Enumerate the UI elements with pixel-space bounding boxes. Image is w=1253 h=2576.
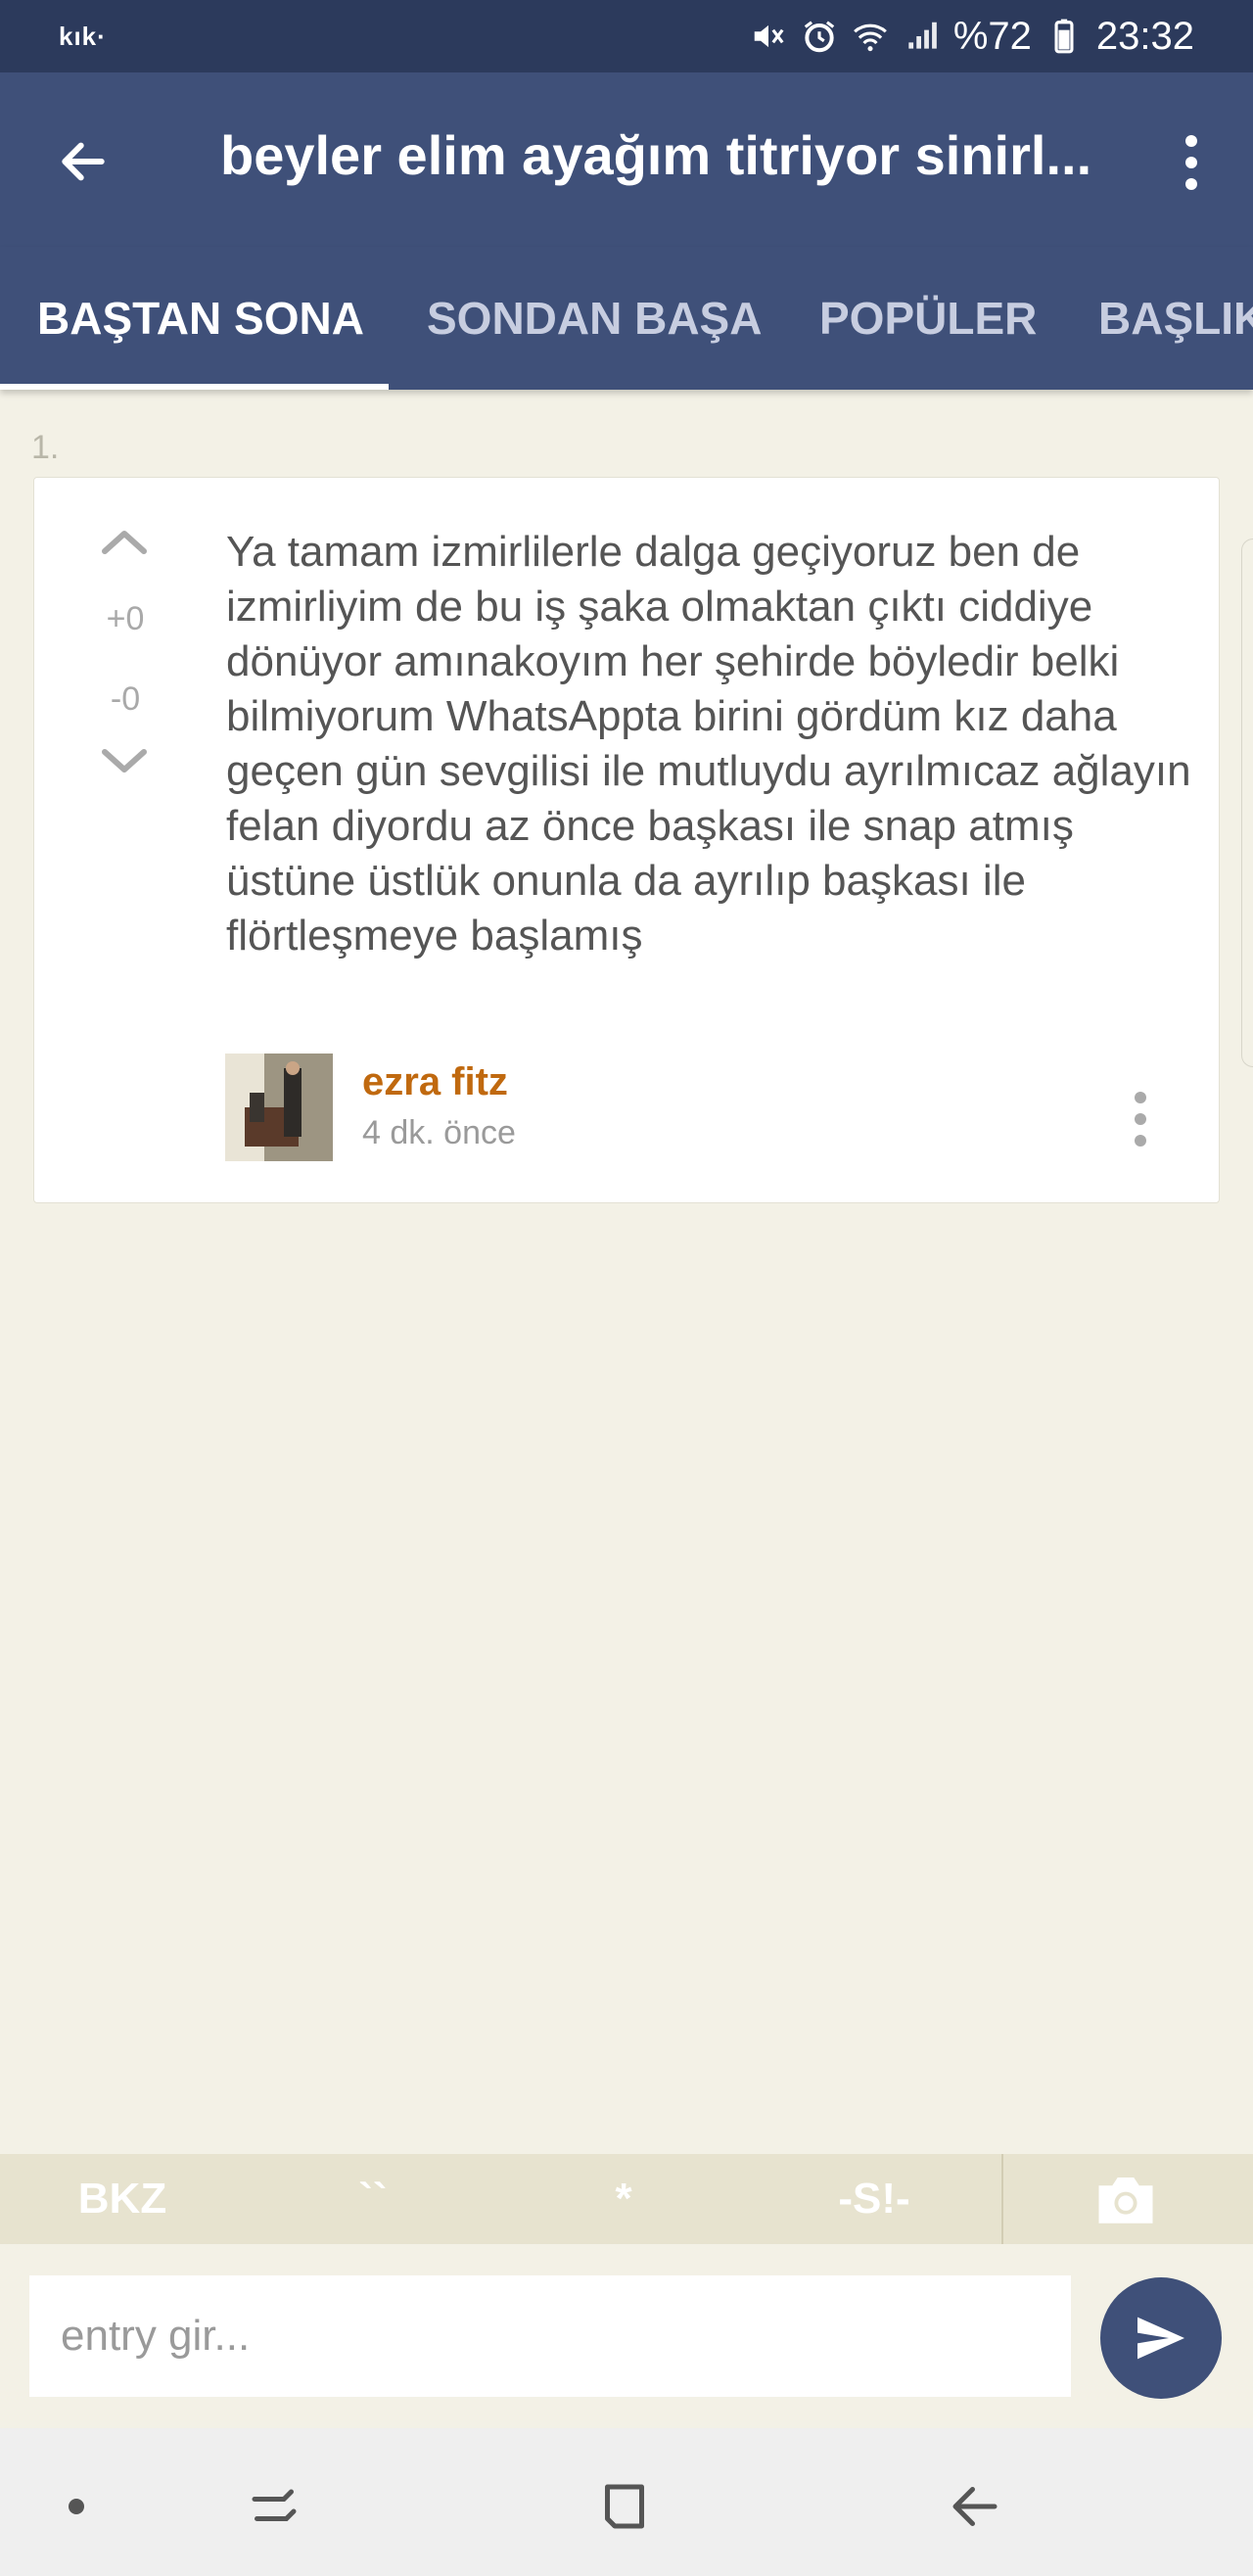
sort-tabs: BAŞTAN SONA SONDAN BAŞA POPÜLER BAŞLIK <box>0 247 1253 390</box>
nav-dot-button[interactable] <box>27 2458 125 2555</box>
entry-index: 1. <box>31 429 60 466</box>
back-arrow-icon <box>952 2487 998 2526</box>
home-button[interactable] <box>576 2458 673 2555</box>
recent-apps-button[interactable] <box>225 2458 323 2555</box>
active-tab-indicator <box>0 384 389 390</box>
upvote-count: +0 <box>106 600 145 637</box>
signal-icon <box>903 18 940 55</box>
spoiler-button[interactable]: -S!- <box>752 2154 997 2244</box>
wifi-icon <box>852 18 889 55</box>
back-nav-button[interactable] <box>926 2458 1024 2555</box>
downvote-button[interactable] <box>95 742 154 781</box>
battery-percent: %72 <box>952 14 1032 58</box>
camera-icon <box>1098 2178 1153 2224</box>
battery-icon <box>1045 18 1083 55</box>
send-button[interactable] <box>1100 2277 1222 2399</box>
chevron-up-icon <box>102 531 147 554</box>
format-toolbar: BKZ `` * -S!- <box>0 2154 1253 2244</box>
more-vertical-icon <box>1185 135 1197 190</box>
more-options-button[interactable] <box>1157 123 1226 202</box>
camera-button[interactable] <box>1057 2154 1194 2244</box>
toolbar-divider <box>1001 2154 1003 2244</box>
mute-icon <box>750 18 787 55</box>
send-icon <box>1137 2317 1184 2360</box>
alarm-icon <box>801 18 838 55</box>
backtick-button[interactable]: `` <box>251 2154 495 2244</box>
author-avatar[interactable] <box>225 1054 333 1161</box>
tab-baslik[interactable]: BAŞLIK <box>1098 247 1253 390</box>
upvote-button[interactable] <box>95 522 154 561</box>
side-drawer-handle[interactable] <box>1241 539 1253 1067</box>
entry-input[interactable] <box>29 2275 1071 2397</box>
app-bar: beyler elim ayağım titriyor sinirl... <box>0 72 1253 247</box>
bkz-button[interactable]: BKZ <box>0 2154 245 2244</box>
entry-more-button[interactable] <box>1121 1085 1160 1153</box>
tab-bastan-sona[interactable]: BAŞTAN SONA <box>37 247 364 390</box>
arrow-left-icon <box>62 142 105 181</box>
author-name[interactable]: ezra fitz <box>362 1060 508 1104</box>
entry-timestamp[interactable]: 4 dk. önce <box>362 1114 516 1152</box>
status-bar: kık· %72 23:32 <box>0 0 1253 72</box>
entry-card: +0 -0 Ya tamam izmirlilerle dalga geçiyo… <box>33 477 1220 1203</box>
star-button[interactable]: * <box>501 2154 746 2244</box>
more-vertical-icon <box>1135 1092 1146 1147</box>
status-app-label: kık· <box>59 21 107 51</box>
tab-populer[interactable]: POPÜLER <box>819 247 1037 390</box>
status-time: 23:32 <box>1095 14 1194 58</box>
entry-input-area <box>0 2244 1253 2428</box>
downvote-count: -0 <box>110 680 141 718</box>
system-navigation-bar <box>0 2428 1253 2576</box>
back-button[interactable] <box>49 127 117 196</box>
recent-apps-icon <box>252 2489 297 2521</box>
dot-icon <box>69 2499 84 2514</box>
home-square-icon <box>605 2484 644 2529</box>
entry-text: Ya tamam izmirlilerle dalga geçiyoruz be… <box>226 528 1191 960</box>
avatar-image <box>225 1054 333 1161</box>
status-icons: %72 23:32 <box>750 15 1194 59</box>
topic-title: beyler elim ayağım titriyor sinirl... <box>220 124 1092 186</box>
chevron-down-icon <box>102 749 147 773</box>
tab-sondan-basa[interactable]: SONDAN BAŞA <box>427 247 762 390</box>
